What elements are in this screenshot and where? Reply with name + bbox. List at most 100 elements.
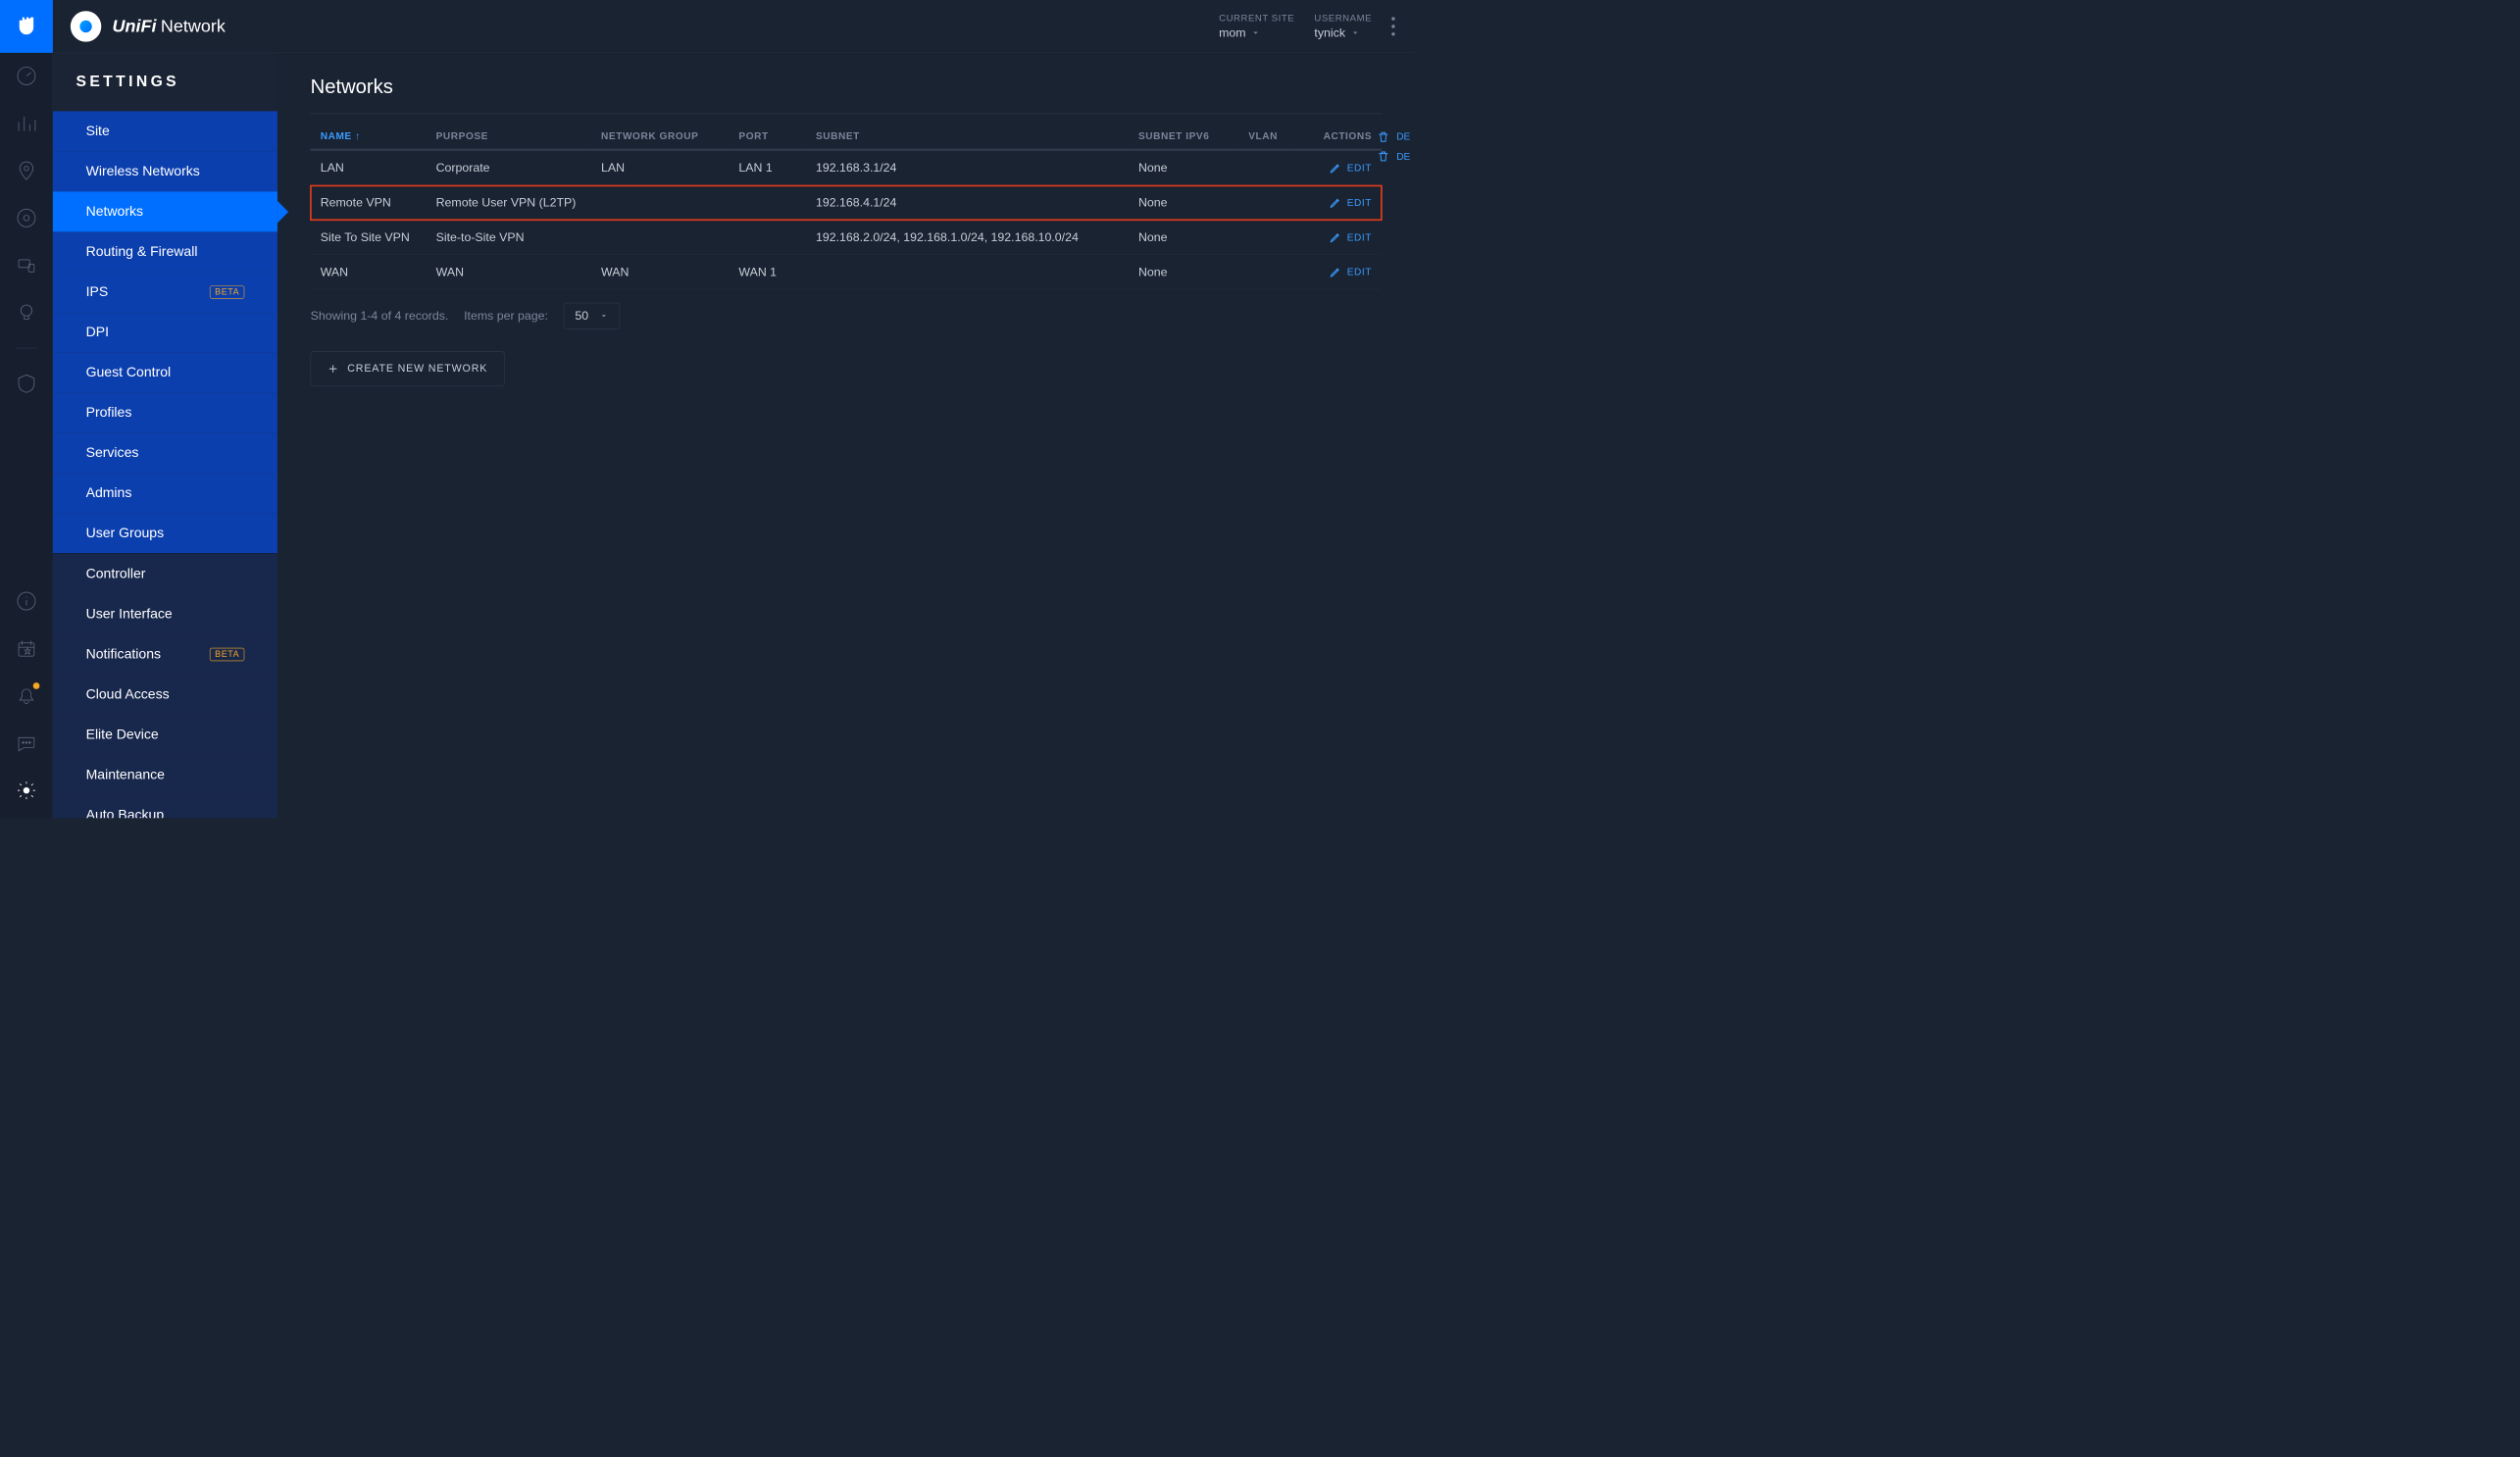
settings-item-maintenance[interactable]: Maintenance <box>53 755 277 795</box>
settings-item-elite-device[interactable]: Elite Device <box>53 715 277 755</box>
cell-vlan <box>1238 185 1293 220</box>
settings-item-label: Guest Control <box>86 365 172 380</box>
cell-ipv6: None <box>1129 220 1238 254</box>
settings-item-services[interactable]: Services <box>53 432 277 473</box>
cell-name: LAN <box>311 150 427 185</box>
pager-value: 50 <box>575 309 588 324</box>
settings-item-notifications[interactable]: NotificationsBETA <box>53 634 277 675</box>
chevron-down-icon <box>1351 28 1360 37</box>
info-icon[interactable] <box>14 589 38 614</box>
edit-link[interactable]: EDIT <box>1330 196 1372 208</box>
settings-item-user-groups[interactable]: User Groups <box>53 513 277 553</box>
brand-text: UniFi <box>113 16 157 36</box>
ubiquiti-logo[interactable] <box>0 0 53 53</box>
trash-icon <box>1377 150 1389 163</box>
statistics-icon[interactable] <box>14 111 38 135</box>
cell-name: Remote VPN <box>311 185 427 220</box>
settings-item-auto-backup[interactable]: Auto Backup <box>53 795 277 819</box>
settings-item-controller[interactable]: Controller <box>53 554 277 594</box>
settings-item-profiles[interactable]: Profiles <box>53 392 277 432</box>
edit-link[interactable]: EDIT <box>1330 266 1372 277</box>
cell-ipv6: None <box>1129 255 1238 289</box>
trash-icon <box>1377 130 1389 143</box>
table-row[interactable]: Remote VPNRemote User VPN (L2TP)192.168.… <box>311 185 1382 220</box>
settings-item-label: Auto Backup <box>86 807 165 818</box>
settings-item-label: Wireless Networks <box>86 164 200 179</box>
settings-item-label: Services <box>86 445 139 461</box>
table-row[interactable]: Site To Site VPNSite-to-Site VPN192.168.… <box>311 220 1382 254</box>
cell-name: WAN <box>311 255 427 289</box>
alerts-icon[interactable] <box>14 683 38 708</box>
nav-rail <box>0 53 53 818</box>
settings-item-site[interactable]: Site <box>53 111 277 151</box>
cell-purpose: Site-to-Site VPN <box>427 220 591 254</box>
table-row[interactable]: WANWANWANWAN 1NoneEDIT <box>311 255 1382 289</box>
settings-item-cloud-access[interactable]: Cloud Access <box>53 675 277 715</box>
threat-icon[interactable] <box>14 372 38 396</box>
settings-item-label: DPI <box>86 325 109 340</box>
col-name[interactable]: NAME↑ <box>311 124 427 149</box>
col-group[interactable]: NETWORK GROUP <box>591 124 729 149</box>
settings-item-wireless-networks[interactable]: Wireless Networks <box>53 151 277 191</box>
pager-records: Showing 1-4 of 4 records. <box>311 309 449 324</box>
page-content: Networks NAME↑ PURPOSE NETWORK GROUP POR… <box>277 53 1415 818</box>
settings-item-networks[interactable]: Networks <box>53 191 277 231</box>
delete-action-clipped[interactable]: DE <box>1373 127 1415 147</box>
notification-dot <box>32 682 39 689</box>
beta-badge: BETA <box>210 285 244 298</box>
map-icon[interactable] <box>14 159 38 183</box>
insights-icon[interactable] <box>14 301 38 326</box>
pencil-icon <box>1330 231 1341 243</box>
edit-link[interactable]: EDIT <box>1330 231 1372 243</box>
settings-item-routing-firewall[interactable]: Routing & Firewall <box>53 231 277 272</box>
events-icon[interactable] <box>14 636 38 661</box>
rail-divider <box>15 348 36 349</box>
col-purpose[interactable]: PURPOSE <box>427 124 591 149</box>
items-per-page-select[interactable]: 50 <box>564 303 621 329</box>
table-row[interactable]: LANCorporateLANLAN 1192.168.3.1/24NoneED… <box>311 150 1382 185</box>
cell-subnet: 192.168.4.1/24 <box>806 185 1129 220</box>
cell-actions: EDIT <box>1293 150 1382 185</box>
col-subnet[interactable]: SUBNET <box>806 124 1129 149</box>
product-text: Network <box>161 16 226 36</box>
settings-item-label: Profiles <box>86 405 132 421</box>
settings-item-dpi[interactable]: DPI <box>53 312 277 352</box>
chat-icon[interactable] <box>14 731 38 756</box>
col-actions[interactable]: ACTIONS <box>1293 124 1382 149</box>
sort-asc-icon: ↑ <box>355 130 361 141</box>
pager-label: Items per page: <box>464 309 548 324</box>
cell-vlan <box>1238 255 1293 289</box>
title-divider <box>311 114 1382 115</box>
col-ipv6[interactable]: SUBNET IPV6 <box>1129 124 1238 149</box>
settings-item-admins[interactable]: Admins <box>53 473 277 513</box>
page-title: Networks <box>311 75 1382 98</box>
settings-item-user-interface[interactable]: User Interface <box>53 594 277 634</box>
cell-ipv6: None <box>1129 185 1238 220</box>
cell-group: WAN <box>591 255 729 289</box>
pencil-icon <box>1330 266 1341 277</box>
settings-item-label: IPS <box>86 284 109 300</box>
cell-port <box>729 185 806 220</box>
username-selector[interactable]: USERNAME tynick <box>1314 13 1372 40</box>
cell-name: Site To Site VPN <box>311 220 427 254</box>
col-vlan[interactable]: VLAN <box>1238 124 1293 149</box>
settings-item-guest-control[interactable]: Guest Control <box>53 352 277 392</box>
settings-item-label: User Interface <box>86 606 173 622</box>
cloud-key-avatar[interactable] <box>71 11 101 41</box>
create-network-button[interactable]: CREATE NEW NETWORK <box>311 351 505 386</box>
col-port[interactable]: PORT <box>729 124 806 149</box>
cell-purpose: Corporate <box>427 150 591 185</box>
dashboard-icon[interactable] <box>14 64 38 88</box>
settings-icon[interactable] <box>14 779 38 803</box>
chevron-down-icon <box>1251 28 1260 37</box>
more-menu[interactable] <box>1383 17 1403 35</box>
delete-action-clipped[interactable]: DE <box>1373 147 1415 167</box>
settings-item-ips[interactable]: IPS BETA <box>53 272 277 312</box>
clients-icon[interactable] <box>14 253 38 277</box>
devices-icon[interactable] <box>14 206 38 230</box>
current-site-selector[interactable]: CURRENT SITE mom <box>1219 13 1294 40</box>
edit-link[interactable]: EDIT <box>1330 162 1372 174</box>
cloud-key-dot-icon <box>79 20 91 31</box>
cell-subnet: 192.168.3.1/24 <box>806 150 1129 185</box>
settings-item-label: Admins <box>86 485 132 501</box>
